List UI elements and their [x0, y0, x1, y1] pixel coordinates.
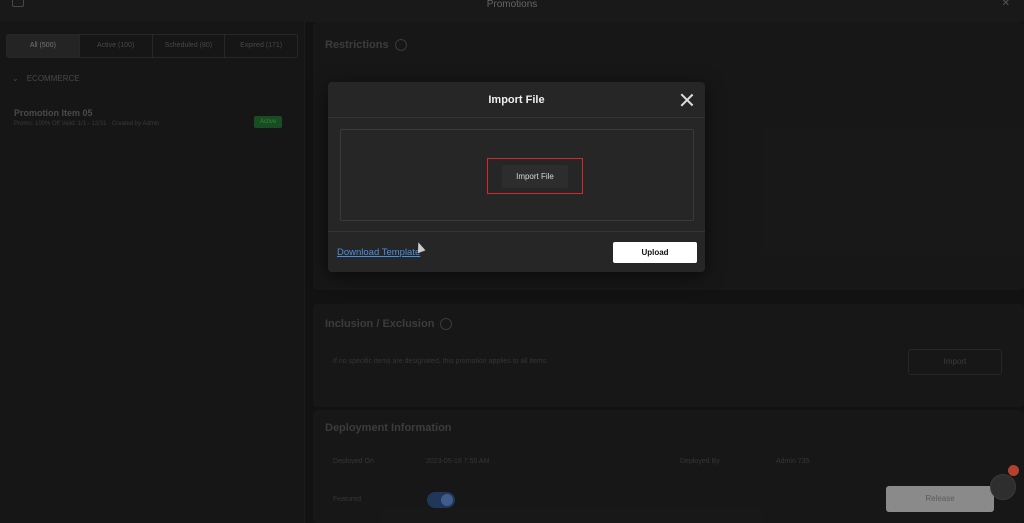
download-template-link[interactable]: Download Template [337, 247, 420, 258]
import-file-label: Import File [502, 164, 568, 188]
release-button[interactable]: Release [886, 486, 994, 512]
upload-button[interactable]: Upload [613, 242, 697, 263]
divider [328, 231, 705, 232]
divider [328, 117, 705, 118]
notification-dot-icon [1008, 465, 1019, 476]
close-icon[interactable] [680, 93, 694, 107]
import-file-dialog: Import File Import File Download Templat… [328, 82, 705, 272]
chat-help-icon[interactable] [990, 474, 1016, 500]
file-dropzone[interactable]: Import File [340, 129, 694, 221]
import-file-button[interactable]: Import File [487, 158, 583, 194]
dialog-title: Import File [488, 94, 545, 106]
